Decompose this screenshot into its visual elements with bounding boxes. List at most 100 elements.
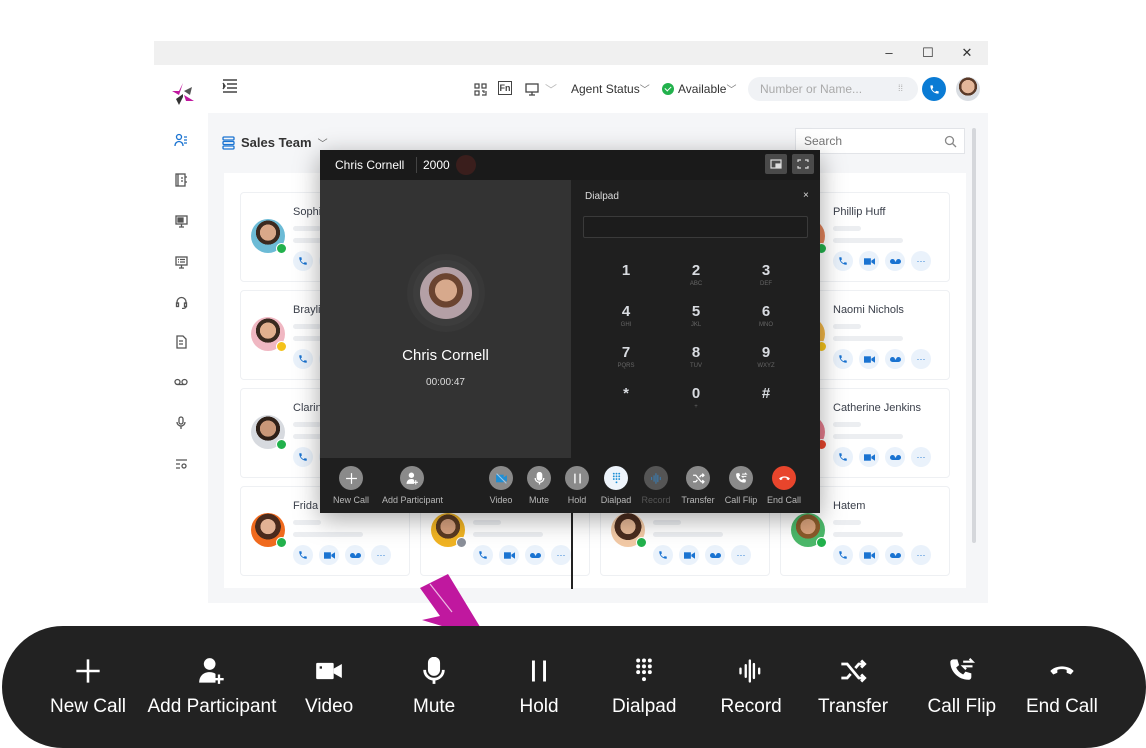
call-control-add-participant[interactable]: Add Participant xyxy=(382,466,443,505)
scrollbar[interactable] xyxy=(972,128,976,543)
dialpad-key[interactable]: 4 GHI xyxy=(601,303,651,339)
phone-icon xyxy=(299,453,307,461)
phone-icon xyxy=(659,551,667,559)
number-or-name-input[interactable] xyxy=(748,77,918,101)
dialpad-key[interactable]: 1 xyxy=(601,262,651,298)
search-icon[interactable] xyxy=(944,135,957,148)
call-flip-icon xyxy=(928,656,997,686)
voicemail-contact-button[interactable] xyxy=(885,349,905,369)
contact-actions: ··· xyxy=(833,545,931,565)
microphone-icon xyxy=(413,656,455,686)
team-icon xyxy=(222,135,235,150)
call-control-new-call[interactable]: New Call xyxy=(321,466,381,505)
voicemail-contact-button[interactable] xyxy=(705,545,725,565)
voicemail-contact-button[interactable] xyxy=(525,545,545,565)
more-options-button[interactable]: ··· xyxy=(911,447,931,467)
phone-icon xyxy=(479,551,487,559)
status-available-icon xyxy=(276,243,287,254)
fullscreen-button[interactable] xyxy=(792,154,814,174)
dialpad-input[interactable] xyxy=(583,216,808,238)
fn-keys-button[interactable]: Fn xyxy=(498,81,512,95)
more-options-button[interactable]: ··· xyxy=(911,251,931,271)
dialpad-icon xyxy=(604,466,628,490)
minimize-button[interactable]: – xyxy=(880,44,898,62)
call-contact-button[interactable] xyxy=(473,545,493,565)
call-contact-button[interactable] xyxy=(833,251,853,271)
qr-code-button[interactable] xyxy=(472,81,488,97)
dialpad-key[interactable]: 5 JKL xyxy=(671,303,721,339)
more-options-button[interactable]: ··· xyxy=(731,545,751,565)
screen-share-chevron-icon[interactable]: ﹀ xyxy=(545,81,557,98)
search-input[interactable] xyxy=(795,128,965,154)
call-contact-button[interactable] xyxy=(833,545,853,565)
legend-end-call: End Call xyxy=(1026,656,1098,718)
dialpad-key[interactable]: 0 + xyxy=(671,385,721,421)
pip-button[interactable] xyxy=(765,154,787,174)
sidebar-item-voicemail[interactable] xyxy=(172,373,190,391)
call-contact-button[interactable] xyxy=(293,447,313,467)
close-icon[interactable]: × xyxy=(803,190,809,201)
call-button[interactable] xyxy=(922,77,946,101)
key-digit: 7 xyxy=(621,344,631,361)
call-contact-button[interactable] xyxy=(293,349,313,369)
more-options-button[interactable]: ··· xyxy=(911,349,931,369)
video-contact-button[interactable] xyxy=(859,447,879,467)
dialpad-icon[interactable]: ⁞⁞ xyxy=(898,83,908,95)
call-contact-button[interactable] xyxy=(293,545,313,565)
availability-dropdown[interactable]: Available﹀ xyxy=(662,81,736,96)
team-selector[interactable]: Sales Team ﹀ xyxy=(222,135,328,150)
call-contact-button[interactable] xyxy=(653,545,673,565)
sidebar-item-contacts[interactable] xyxy=(172,131,190,149)
video-contact-button[interactable] xyxy=(679,545,699,565)
call-contact-button[interactable] xyxy=(833,447,853,467)
call-popup: Chris Cornell 2000 Chris Cornell 00:00:4… xyxy=(320,150,820,513)
voicemail-contact-button[interactable] xyxy=(885,545,905,565)
dialpad-key[interactable]: 9 WXYZ xyxy=(741,344,791,380)
dialpad-key[interactable]: 2 ABC xyxy=(671,262,721,298)
more-options-button[interactable]: ··· xyxy=(911,545,931,565)
video-contact-button[interactable] xyxy=(859,349,879,369)
voicemail-contact-button[interactable] xyxy=(345,545,365,565)
legend-label: Record xyxy=(720,696,782,717)
connector-line xyxy=(571,513,573,589)
dialpad-key[interactable]: # xyxy=(741,385,791,421)
screen-share-button[interactable] xyxy=(524,81,540,97)
sidebar-item-wallboard[interactable] xyxy=(172,253,190,271)
sidebar-item-directory[interactable] xyxy=(172,171,190,189)
end-call-icon xyxy=(1026,656,1098,686)
voicemail-icon xyxy=(709,552,721,558)
call-contact-button[interactable] xyxy=(293,251,313,271)
menu-toggle-icon[interactable] xyxy=(222,78,238,94)
dialpad-key[interactable]: 8 TUV xyxy=(671,344,721,380)
video-contact-button[interactable] xyxy=(859,545,879,565)
team-label: Sales Team xyxy=(241,135,312,150)
more-options-button[interactable]: ··· xyxy=(551,545,571,565)
voicemail-contact-button[interactable] xyxy=(885,447,905,467)
dialpad-key[interactable]: 7 PQRS xyxy=(601,344,651,380)
monitor-icon xyxy=(174,214,188,228)
more-icon: ··· xyxy=(916,256,926,266)
legend-add-participant: Add Participant xyxy=(148,656,276,718)
voicemail-contact-button[interactable] xyxy=(885,251,905,271)
sidebar-item-monitor[interactable] xyxy=(172,212,190,230)
sidebar-item-recordings[interactable] xyxy=(172,414,190,432)
skeleton-line xyxy=(473,520,501,525)
sidebar-item-settings[interactable] xyxy=(172,455,190,473)
agent-status-dropdown[interactable]: Agent Status﹀ xyxy=(571,81,650,96)
dialpad-key[interactable]: 3 DEF xyxy=(741,262,791,298)
dialpad-key[interactable]: * xyxy=(601,385,651,421)
dialpad-key[interactable]: 6 MNO xyxy=(741,303,791,339)
sidebar-item-reports[interactable] xyxy=(172,333,190,351)
call-contact-button[interactable] xyxy=(833,349,853,369)
video-contact-button[interactable] xyxy=(319,545,339,565)
sidebar-item-support[interactable] xyxy=(172,293,190,311)
call-control-end-call[interactable]: End Call xyxy=(754,466,814,505)
user-avatar[interactable] xyxy=(956,77,980,101)
video-contact-button[interactable] xyxy=(859,251,879,271)
close-button[interactable]: ✕ xyxy=(958,44,976,62)
more-options-button[interactable]: ··· xyxy=(371,545,391,565)
maximize-button[interactable]: ☐ xyxy=(919,44,937,62)
dialpad-panel: Dialpad × 1 2 ABC 3 DEF 4 GHI 5 JKL 6 MNO 7 PQRS 8 TUV… xyxy=(571,180,820,458)
video-contact-button[interactable] xyxy=(499,545,519,565)
agent-status-label: Agent Status xyxy=(571,82,640,96)
